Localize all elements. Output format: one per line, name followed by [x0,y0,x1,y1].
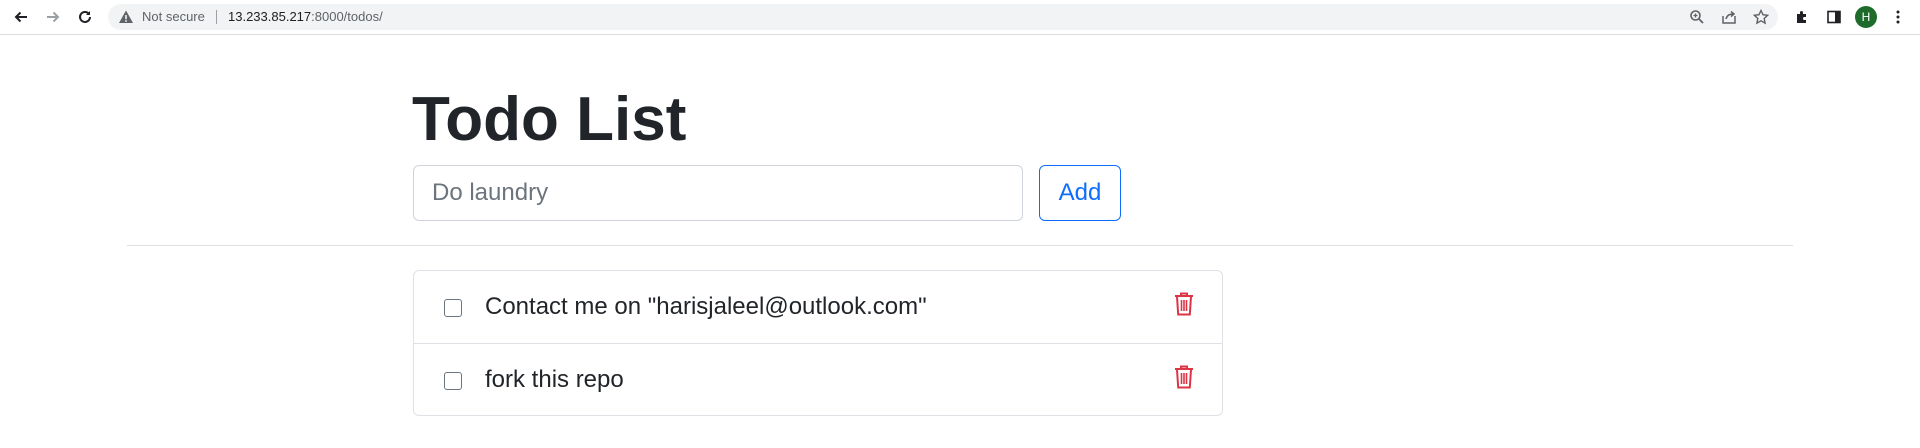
todo-checkbox[interactable] [444,372,462,390]
share-icon[interactable] [1720,8,1738,26]
todo-item: Contact me on "harisjaleel@outlook.com" [414,271,1222,343]
add-button[interactable]: Add [1039,165,1121,221]
forward-icon[interactable] [42,6,64,28]
profile-avatar[interactable]: H [1855,6,1877,28]
side-panel-icon[interactable] [1824,7,1844,27]
trash-icon[interactable] [1170,362,1198,392]
menu-icon[interactable] [1888,7,1908,27]
todo-input[interactable] [413,165,1023,221]
warning-icon[interactable] [118,9,134,30]
todo-checkbox[interactable] [444,299,462,317]
todo-text: Contact me on "harisjaleel@outlook.com" [485,293,927,320]
todo-item: fork this repo [414,343,1222,416]
star-icon[interactable] [1752,8,1770,26]
url-host: 13.233.85.217 [228,9,312,24]
url-text[interactable]: 13.233.85.217:8000/todos/ [228,9,383,24]
trash-icon[interactable] [1170,289,1198,319]
extensions-icon[interactable] [1792,7,1812,27]
todo-text: fork this repo [485,366,624,393]
zoom-icon[interactable] [1688,8,1706,26]
reload-icon[interactable] [74,6,96,28]
back-icon[interactable] [10,6,32,28]
browser-toolbar: Not secure 13.233.85.217:8000/todos/ H [0,0,1920,35]
security-label[interactable]: Not secure [142,9,205,24]
divider [127,245,1793,246]
todo-list: Contact me on "harisjaleel@outlook.com" … [413,270,1223,416]
url-path: :8000/todos/ [311,9,383,24]
page-title: Todo List [412,85,687,154]
omnibox-divider [216,10,217,24]
address-bar[interactable]: Not secure 13.233.85.217:8000/todos/ [108,4,1778,30]
